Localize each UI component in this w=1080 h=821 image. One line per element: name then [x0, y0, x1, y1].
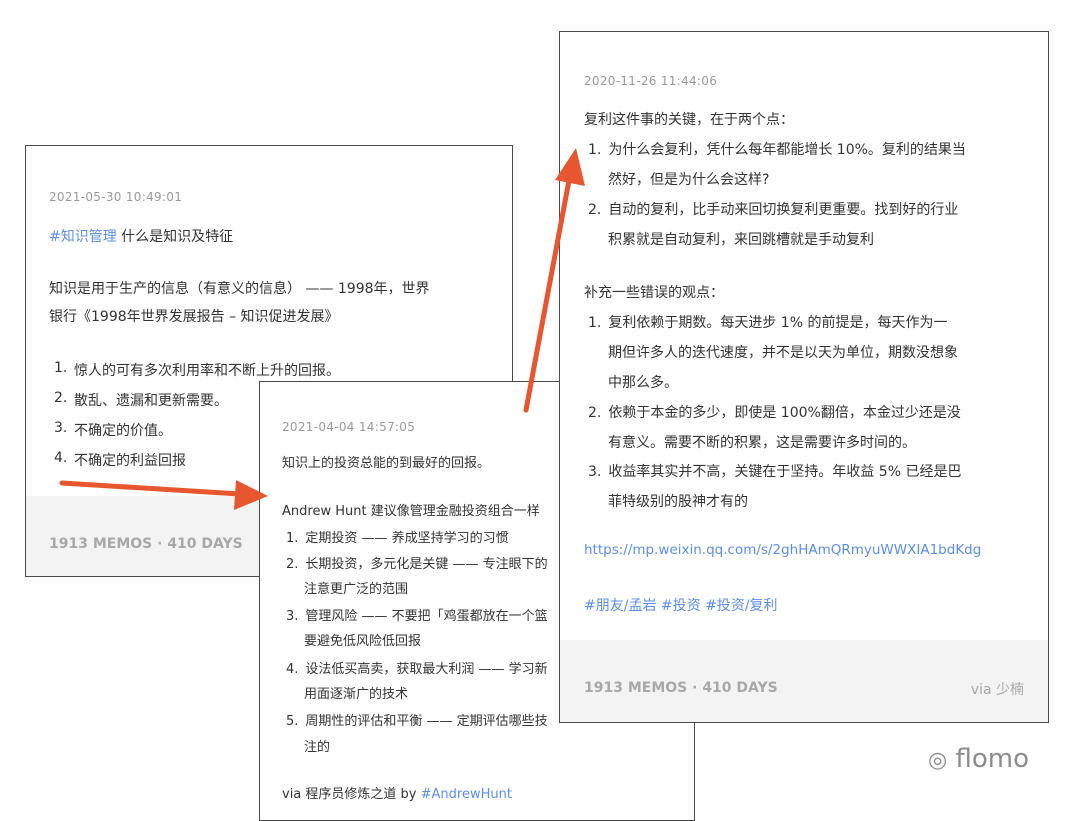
watermark-text: flomo	[955, 744, 1029, 774]
arrow-to-card2	[59, 480, 268, 510]
arrow-overlay	[59, 148, 585, 510]
wechat-icon: ◎	[928, 748, 948, 773]
arrow-to-card3	[523, 148, 585, 413]
flomo-watermark: ◎ flomo	[928, 744, 1029, 774]
